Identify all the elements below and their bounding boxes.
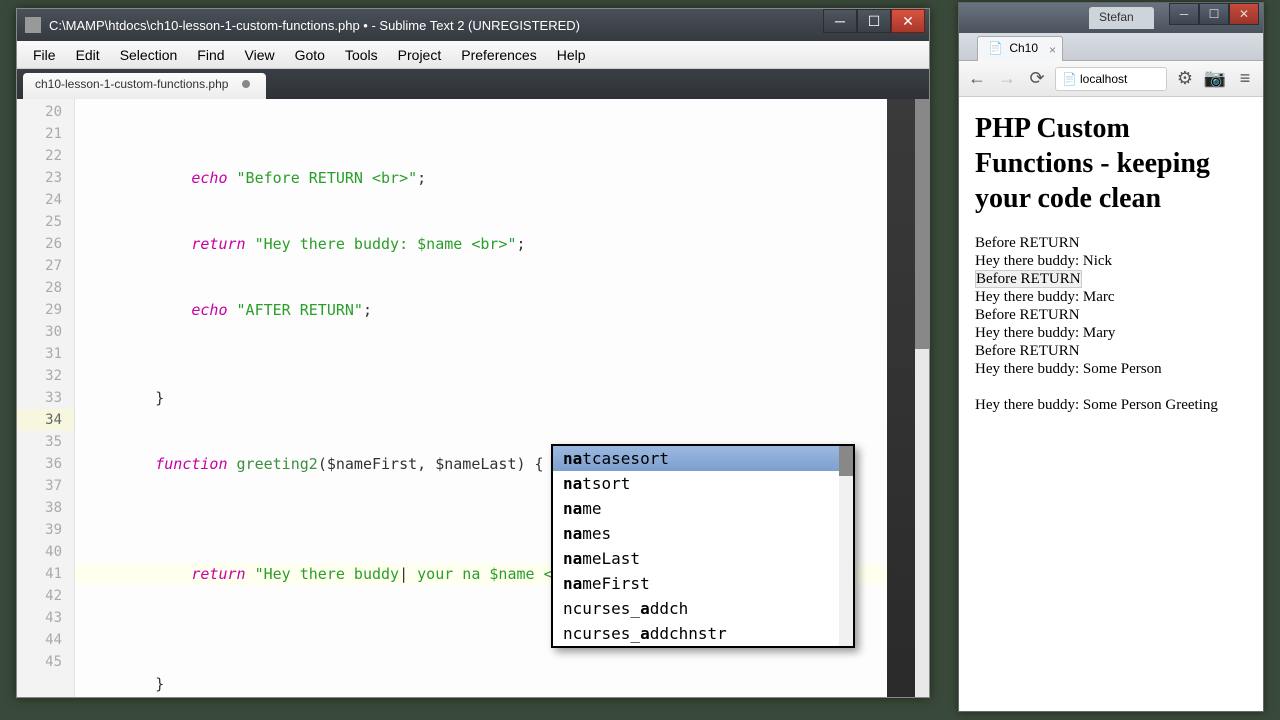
chrome-maximize-button[interactable]: ☐ (1199, 3, 1229, 25)
editor-scrollbar[interactable] (915, 99, 929, 697)
scrollbar-thumb[interactable] (915, 99, 929, 349)
tab-title: Ch10 (1009, 41, 1038, 55)
menu-selection[interactable]: Selection (110, 43, 188, 67)
tab-close-icon[interactable]: × (1049, 43, 1056, 57)
output-line-extra: Hey there buddy: Some Person Greeting (975, 396, 1247, 414)
output-line: Hey there buddy: Mary (975, 324, 1247, 342)
page-content: PHP Custom Functions - keeping your code… (959, 97, 1263, 428)
chrome-minimize-button[interactable]: ─ (1169, 3, 1199, 25)
window-title: C:\MAMP\htdocs\ch10-lesson-1-custom-func… (49, 18, 929, 33)
menu-goto[interactable]: Goto (285, 43, 335, 67)
chrome-window: Stefan ─ ☐ ✕ 📄 Ch10 × ← → ⟳ 📄 localhost … (958, 2, 1264, 712)
autocomplete-scroll-thumb[interactable] (839, 446, 853, 476)
reload-button[interactable]: ⟳ (1025, 67, 1049, 91)
menu-preferences[interactable]: Preferences (451, 43, 546, 67)
output-line: Before RETURN (975, 306, 1247, 324)
minimap[interactable] (887, 99, 915, 697)
chrome-titlebar[interactable]: Stefan ─ ☐ ✕ (959, 3, 1263, 33)
output-line: Hey there buddy: Marc (975, 288, 1247, 306)
line-gutter: 2021222324252627282930313233343536373839… (17, 99, 75, 697)
minimize-button[interactable]: ─ (823, 9, 857, 33)
autocomplete-item[interactable]: natcasesort (553, 446, 853, 471)
chrome-window-controls: ─ ☐ ✕ (1169, 3, 1259, 25)
output-line: Before RETURN (975, 342, 1247, 360)
forward-button[interactable]: → (995, 67, 1019, 91)
autocomplete-item[interactable]: nameFirst (553, 571, 853, 596)
menu-tools[interactable]: Tools (335, 43, 388, 67)
menubar: File Edit Selection Find View Goto Tools… (17, 41, 929, 69)
menu-file[interactable]: File (23, 43, 66, 67)
user-badge[interactable]: Stefan (1089, 7, 1154, 29)
address-text: localhost (1080, 72, 1127, 86)
page-heading: PHP Custom Functions - keeping your code… (975, 111, 1247, 216)
autocomplete-item[interactable]: names (553, 521, 853, 546)
site-icon: 📄 (1062, 72, 1076, 86)
sublime-titlebar[interactable]: C:\MAMP\htdocs\ch10-lesson-1-custom-func… (17, 9, 929, 41)
tab-close-icon[interactable] (242, 80, 250, 88)
menu-view[interactable]: View (235, 43, 285, 67)
chrome-tabstrip: 📄 Ch10 × (959, 33, 1263, 61)
chrome-toolbar: ← → ⟳ 📄 localhost ⚙ 📷 ≡ (959, 61, 1263, 97)
menu-find[interactable]: Find (187, 43, 234, 67)
menu-project[interactable]: Project (388, 43, 452, 67)
page-icon: 📄 (988, 41, 1002, 55)
browser-tab[interactable]: 📄 Ch10 × (977, 36, 1063, 61)
camera-icon[interactable]: 📷 (1203, 67, 1227, 91)
menu-help[interactable]: Help (547, 43, 596, 67)
autocomplete-item[interactable]: name (553, 496, 853, 521)
file-tab[interactable]: ch10-lesson-1-custom-functions.php (23, 73, 266, 99)
output-block: Before RETURNHey there buddy: NickBefore… (975, 234, 1247, 378)
output-line: Before RETURN (975, 270, 1247, 288)
autocomplete-item[interactable]: ncurses_addch (553, 596, 853, 621)
menu-icon[interactable]: ≡ (1233, 67, 1257, 91)
maximize-button[interactable]: ☐ (857, 9, 891, 33)
close-button[interactable]: ✕ (891, 9, 925, 33)
menu-edit[interactable]: Edit (66, 43, 110, 67)
back-button[interactable]: ← (965, 67, 989, 91)
chrome-close-button[interactable]: ✕ (1229, 3, 1259, 25)
autocomplete-item[interactable]: natsort (553, 471, 853, 496)
window-controls: ─ ☐ ✕ (823, 9, 925, 33)
address-bar[interactable]: 📄 localhost (1055, 67, 1167, 91)
autocomplete-scrollbar[interactable] (839, 446, 853, 646)
editor-tabs: ch10-lesson-1-custom-functions.php (17, 69, 929, 99)
output-line: Hey there buddy: Nick (975, 252, 1247, 270)
tab-label: ch10-lesson-1-custom-functions.php (35, 77, 228, 91)
autocomplete-popup: natcasesortnatsortnamenamesnameLastnameF… (551, 444, 855, 648)
sublime-app-icon (25, 17, 41, 33)
output-line: Before RETURN (975, 234, 1247, 252)
settings-icon[interactable]: ⚙ (1173, 67, 1197, 91)
autocomplete-item[interactable]: nameLast (553, 546, 853, 571)
autocomplete-item[interactable]: ncurses_addchnstr (553, 621, 853, 646)
output-line: Hey there buddy: Some Person (975, 360, 1247, 378)
